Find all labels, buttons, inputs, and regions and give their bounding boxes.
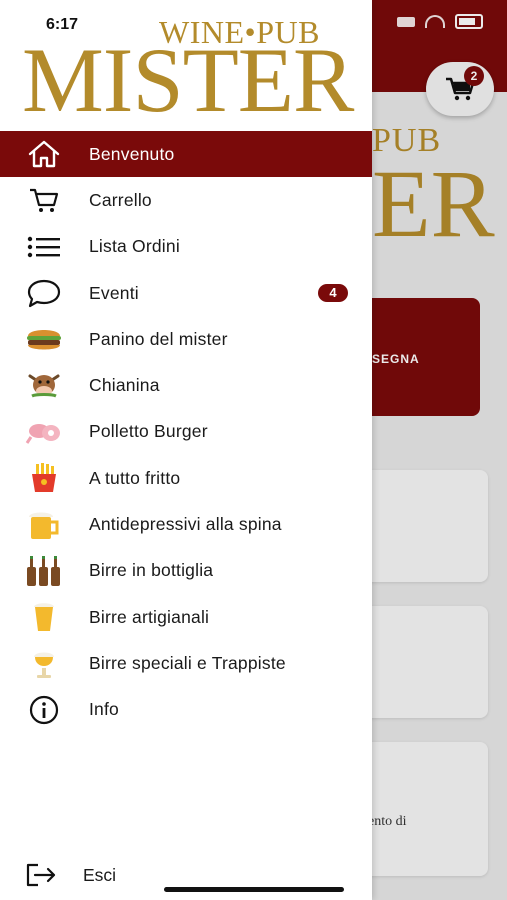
menu-item-birre-in-bottiglia[interactable]: Birre in bottiglia	[0, 548, 372, 594]
info-icon	[24, 694, 64, 726]
beer-mug-icon	[24, 509, 64, 541]
special-beer-icon	[24, 647, 64, 679]
beer-bottles-icon	[24, 555, 64, 587]
logout-icon	[26, 863, 56, 887]
home-indicator[interactable]	[164, 887, 344, 892]
menu-item-a-tutto-fritto[interactable]: A tutto fritto	[0, 455, 372, 501]
menu-item-birre-artigianali[interactable]: Birre artigianali	[0, 594, 372, 640]
menu-item-carrello[interactable]: Carrello	[0, 177, 372, 223]
eventi-count-badge: 4	[318, 283, 348, 302]
menu-item-chianina[interactable]: Chianina	[0, 362, 372, 408]
cart-icon	[24, 184, 64, 216]
meat-icon	[24, 416, 64, 448]
menu-item-eventi[interactable]: Eventi 4	[0, 270, 372, 316]
list-icon	[24, 231, 64, 263]
menu-item-info[interactable]: Info	[0, 687, 372, 733]
menu-item-panino-del-mister[interactable]: Panino del mister	[0, 316, 372, 362]
chat-bubble-icon	[24, 277, 64, 309]
home-icon	[24, 138, 64, 170]
craft-beer-icon	[24, 601, 64, 633]
menu-item-lista-ordini[interactable]: Lista Ordini	[0, 224, 372, 270]
menu-item-polletto-burger[interactable]: Polletto Burger	[0, 409, 372, 455]
menu-item-benvenuto[interactable]: Benvenuto	[0, 131, 372, 178]
menu-item-birre-speciali-e-trappiste[interactable]: Birre speciali e Trappiste	[0, 640, 372, 686]
fries-icon	[24, 462, 64, 494]
cow-icon	[24, 370, 64, 402]
status-time: 6:17	[46, 16, 79, 33]
logout-button[interactable]: Esci	[24, 862, 116, 888]
menu-item-antidepressivi-alla-spina[interactable]: Antidepressivi alla spina	[0, 501, 372, 547]
navigation-drawer: WINE•PUB MISTER 6:17 Benvenuto Carrello …	[0, 0, 372, 900]
drawer-menu: Benvenuto Carrello Lista Ordini Eventi 4	[0, 131, 372, 733]
burger-icon	[24, 323, 64, 355]
